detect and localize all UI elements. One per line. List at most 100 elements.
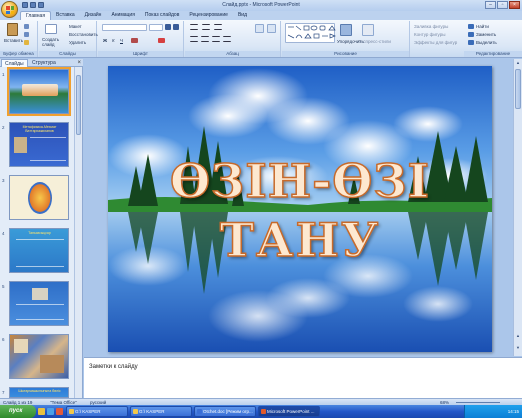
align-center-icon[interactable] bbox=[201, 36, 209, 42]
tab-slides[interactable]: Слайды bbox=[1, 59, 28, 67]
bold-icon[interactable]: Ж bbox=[103, 38, 107, 43]
slide-canvas[interactable]: ӨЗІН-ӨЗІ ТАНУ bbox=[108, 66, 492, 352]
taskbar-item-active[interactable]: Microsoft PowerPoint ... bbox=[258, 406, 320, 417]
shapes-gallery[interactable] bbox=[285, 23, 336, 43]
slide-background-image bbox=[108, 66, 492, 352]
quick-launch-icon[interactable] bbox=[47, 408, 54, 415]
quick-launch-icon[interactable] bbox=[38, 408, 45, 415]
scroll-up-icon[interactable]: ▲ bbox=[515, 60, 521, 67]
thumb-title: Метафизика-Мехмат Ваттархажиханов bbox=[22, 125, 57, 133]
slides-group-label: Слайды bbox=[39, 51, 96, 57]
new-slide-icon[interactable] bbox=[45, 24, 57, 34]
scrollbar-thumb[interactable] bbox=[515, 69, 521, 109]
shape-fill-button[interactable]: Заливка фигуры bbox=[414, 24, 448, 29]
start-button[interactable]: пуск bbox=[0, 405, 36, 418]
close-pane-icon[interactable]: × bbox=[77, 59, 81, 67]
reset-button[interactable]: Восстановить bbox=[69, 32, 98, 37]
taskbar-item[interactable]: G:\ KASPER bbox=[130, 406, 192, 417]
font-size-box[interactable] bbox=[149, 24, 163, 31]
tab-home[interactable]: Главная bbox=[20, 11, 52, 20]
strikethrough-icon[interactable] bbox=[131, 38, 138, 43]
ribbon: Вставить Буфер обмена Создать слайд Маке… bbox=[0, 20, 522, 58]
replace-icon[interactable] bbox=[468, 32, 474, 37]
shape-outline-button[interactable]: Контур фигуры bbox=[414, 32, 445, 37]
layout-button[interactable]: Макет bbox=[69, 24, 82, 29]
replace-button[interactable]: Заменить bbox=[476, 32, 496, 37]
thumb-photo bbox=[14, 137, 27, 153]
shape-format-group: Заливка фигуры Контур фигуры Эффекты для… bbox=[411, 21, 463, 57]
slide-thumbnail-2[interactable]: Метафизика-Мехмат Ваттархажиханов bbox=[9, 122, 69, 167]
scrollbar-thumb[interactable] bbox=[76, 75, 81, 135]
clipboard-group-label: Буфер обмена bbox=[0, 51, 37, 57]
align-right-icon[interactable] bbox=[212, 36, 220, 42]
tab-animation[interactable]: Анимация bbox=[106, 11, 139, 20]
cut-icon[interactable] bbox=[24, 24, 29, 29]
close-button[interactable]: × bbox=[509, 1, 520, 9]
next-slide-icon[interactable]: ▼ bbox=[515, 345, 521, 352]
quick-styles-button[interactable]: Экспресс-стили bbox=[358, 39, 391, 44]
editing-group: Найти Заменить Выделить Редактирование bbox=[464, 21, 522, 57]
slides-pane: Слайды Структура × 1 2 Метафизика-Мехмат… bbox=[0, 59, 83, 398]
tab-outline[interactable]: Структура bbox=[29, 59, 59, 67]
taskbar-item-label: G:\ KASPER bbox=[139, 409, 165, 414]
shape-effects-button[interactable]: Эффекты для фигур bbox=[414, 40, 457, 45]
thumb-photo bbox=[40, 355, 64, 373]
slide-scrollbar[interactable]: ▲ ▲ ▼ bbox=[513, 59, 522, 356]
tab-review[interactable]: Рецензирование bbox=[184, 11, 233, 20]
zoom-slider[interactable] bbox=[456, 402, 500, 403]
find-icon[interactable] bbox=[468, 24, 474, 29]
numbering-icon[interactable] bbox=[202, 24, 210, 30]
taskbar-item[interactable]: Otchet.doc [Режим огр... bbox=[194, 406, 256, 417]
indent-icon[interactable] bbox=[214, 24, 222, 30]
maximize-button[interactable]: ▫ bbox=[497, 1, 508, 9]
minimize-button[interactable]: – bbox=[485, 1, 496, 9]
tab-view[interactable]: Вид bbox=[233, 11, 252, 20]
format-painter-icon[interactable] bbox=[24, 40, 29, 45]
slide-thumbnail-1[interactable] bbox=[7, 67, 71, 116]
thumb-photo bbox=[14, 339, 28, 353]
justify-icon[interactable] bbox=[223, 36, 231, 42]
quick-launch-icon[interactable] bbox=[56, 408, 63, 415]
slides-pane-scrollbar[interactable] bbox=[74, 67, 82, 398]
align-left-icon[interactable] bbox=[190, 36, 198, 42]
tab-insert[interactable]: Вставка bbox=[51, 11, 80, 20]
delete-button[interactable]: Удалить bbox=[69, 40, 86, 45]
shapes-gallery-icons bbox=[287, 25, 336, 39]
tab-design[interactable]: Дизайн bbox=[80, 11, 107, 20]
office-button[interactable] bbox=[1, 1, 18, 18]
text-direction-icon[interactable] bbox=[255, 24, 264, 33]
italic-icon[interactable]: К bbox=[112, 38, 115, 43]
slide-title-line-1[interactable]: ӨЗІН-ӨЗІ bbox=[108, 157, 492, 205]
copy-icon[interactable] bbox=[24, 32, 29, 37]
smartart-icon[interactable] bbox=[267, 24, 276, 33]
thumb-number: 6 bbox=[2, 337, 5, 342]
notes-pane[interactable]: Заметки к слайду bbox=[84, 357, 522, 398]
paste-icon[interactable] bbox=[7, 23, 18, 36]
select-icon[interactable] bbox=[468, 40, 474, 45]
font-name-box[interactable] bbox=[102, 24, 147, 31]
slide-thumbnail-3[interactable] bbox=[9, 175, 69, 220]
find-button[interactable]: Найти bbox=[476, 24, 489, 29]
underline-icon[interactable]: Ч bbox=[120, 38, 123, 43]
previous-slide-icon[interactable]: ▲ bbox=[515, 333, 521, 340]
slide-thumbnail-6[interactable] bbox=[9, 334, 69, 379]
slide-thumbnail-4[interactable]: Танымсыңсар bbox=[9, 228, 69, 273]
drawing-group: Упорядочить Экспресс-стили Рисование bbox=[282, 21, 410, 57]
slide-thumbnail-7[interactable]: Шығармашылығына бөліс bbox=[9, 387, 69, 398]
taskbar-item[interactable]: G:\ KASPER bbox=[66, 406, 128, 417]
quick-styles-icon[interactable] bbox=[362, 24, 374, 36]
font-color-icon[interactable] bbox=[158, 38, 165, 43]
new-slide-button[interactable]: Создать слайд bbox=[42, 37, 62, 47]
arrange-icon[interactable] bbox=[340, 24, 352, 36]
grow-font-icon[interactable] bbox=[165, 24, 171, 30]
tab-slideshow[interactable]: Показ слайдов bbox=[140, 11, 184, 20]
bullets-icon[interactable] bbox=[190, 24, 198, 30]
slide-thumbnail-5[interactable] bbox=[9, 281, 69, 326]
select-button[interactable]: Выделить bbox=[476, 40, 497, 45]
shrink-font-icon[interactable] bbox=[173, 24, 179, 30]
paragraph-group: Абзац bbox=[185, 21, 281, 57]
paste-button[interactable]: Вставить bbox=[4, 38, 23, 43]
slide-title-line-2[interactable]: ТАНУ bbox=[108, 216, 492, 264]
taskbar: пуск G:\ KASPER G:\ KASPER Otchet.doc [Р… bbox=[0, 405, 522, 418]
thumb-emblem bbox=[28, 182, 52, 214]
